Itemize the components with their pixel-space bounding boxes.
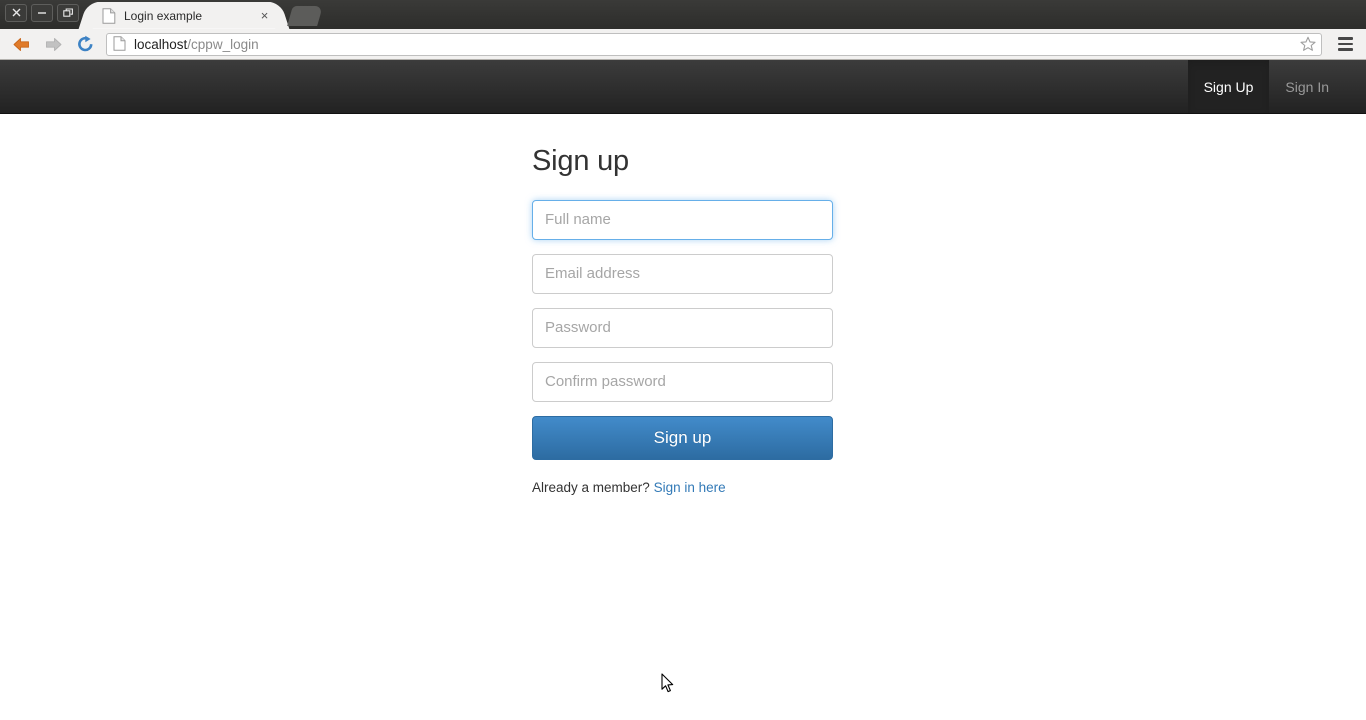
signup-form: Sign up Sign up Already a member? Sign i…: [532, 114, 833, 495]
mouse-cursor: [661, 673, 675, 694]
new-tab-button[interactable]: [287, 6, 323, 26]
email-input[interactable]: [532, 253, 833, 294]
browser-tab[interactable]: Login example ×: [90, 2, 278, 29]
browser-tabstrip: Login example ×: [0, 0, 1366, 29]
forward-arrow-icon: [45, 37, 61, 51]
navbar-right-spacer: [1345, 60, 1366, 113]
minimize-icon: [38, 12, 46, 14]
bookmark-star-icon[interactable]: [1299, 35, 1317, 53]
reload-icon: [77, 35, 92, 52]
browser-menu-button[interactable]: [1334, 33, 1356, 55]
back-arrow-icon: [13, 37, 29, 51]
omnibox-url-host: localhost: [134, 36, 188, 52]
omnibox-url-path: /cppw_login: [187, 36, 259, 52]
password-input[interactable]: [532, 307, 833, 348]
sign-up-button[interactable]: Sign up: [532, 415, 833, 460]
minimize-window-button[interactable]: [31, 3, 53, 22]
already-member-line: Already a member? Sign in here: [532, 480, 833, 495]
back-button[interactable]: [8, 31, 34, 57]
omnibox[interactable]: localhost/cppw_login: [106, 32, 1322, 56]
hamburger-bar: [1337, 37, 1353, 40]
page-title: Sign up: [532, 145, 629, 177]
browser-window: Login example × localhost/cppw_login Sig…: [0, 0, 1366, 720]
page-icon: [113, 36, 127, 52]
hamburger-bar: [1337, 48, 1353, 51]
confirm-password-input[interactable]: [532, 361, 833, 402]
close-icon: [12, 8, 20, 17]
page-icon: [102, 7, 116, 24]
nav-item-sign-up[interactable]: Sign Up: [1187, 60, 1270, 113]
reload-button[interactable]: [72, 31, 98, 57]
already-member-text: Already a member?: [532, 479, 650, 495]
browser-tab-title: Login example: [124, 8, 203, 23]
page-viewport: Sign Up Sign In Sign up Sign up Already …: [0, 60, 1366, 719]
sign-in-here-link[interactable]: Sign in here: [654, 480, 726, 495]
nav-item-sign-in[interactable]: Sign In: [1269, 60, 1345, 113]
window-controls: [0, 0, 85, 29]
browser-toolbar: localhost/cppw_login: [0, 29, 1366, 60]
omnibox-url-text: localhost/cppw_login: [134, 37, 1299, 52]
close-window-button[interactable]: [5, 3, 27, 22]
maximize-window-button[interactable]: [57, 3, 79, 22]
hamburger-bar: [1337, 42, 1353, 46]
forward-button[interactable]: [40, 31, 66, 57]
full-name-input[interactable]: [532, 199, 833, 240]
site-navbar: Sign Up Sign In: [0, 60, 1366, 114]
restore-icon: [62, 7, 73, 17]
tab-close-icon[interactable]: ×: [257, 8, 272, 23]
